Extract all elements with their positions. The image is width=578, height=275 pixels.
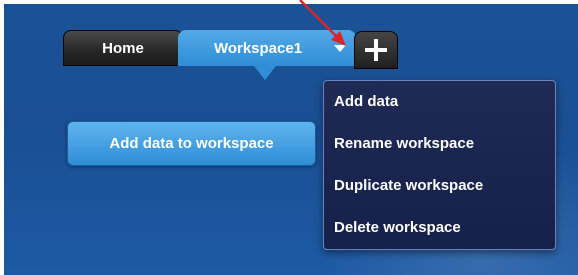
menu-item-delete-workspace[interactable]: Delete workspace [324, 213, 555, 255]
menu-item-add-data[interactable]: Add data [324, 87, 555, 129]
menu-item-duplicate-workspace[interactable]: Duplicate workspace [324, 171, 555, 213]
add-tab-button[interactable] [354, 31, 398, 69]
chevron-down-icon[interactable] [334, 45, 346, 52]
workspace-dropdown-menu: Add data Rename workspace Duplicate work… [323, 80, 556, 250]
add-data-to-workspace-button[interactable]: Add data to workspace [67, 121, 316, 166]
tab-workspace[interactable]: Workspace1 [178, 30, 356, 66]
tab-home[interactable]: Home [63, 30, 183, 66]
add-data-to-workspace-label: Add data to workspace [109, 135, 274, 152]
plus-icon [365, 39, 387, 61]
tab-workspace-label: Workspace1 [213, 39, 303, 57]
active-tab-pointer [254, 66, 276, 80]
tab-home-label: Home [102, 39, 144, 57]
menu-item-rename-workspace[interactable]: Rename workspace [324, 129, 555, 171]
